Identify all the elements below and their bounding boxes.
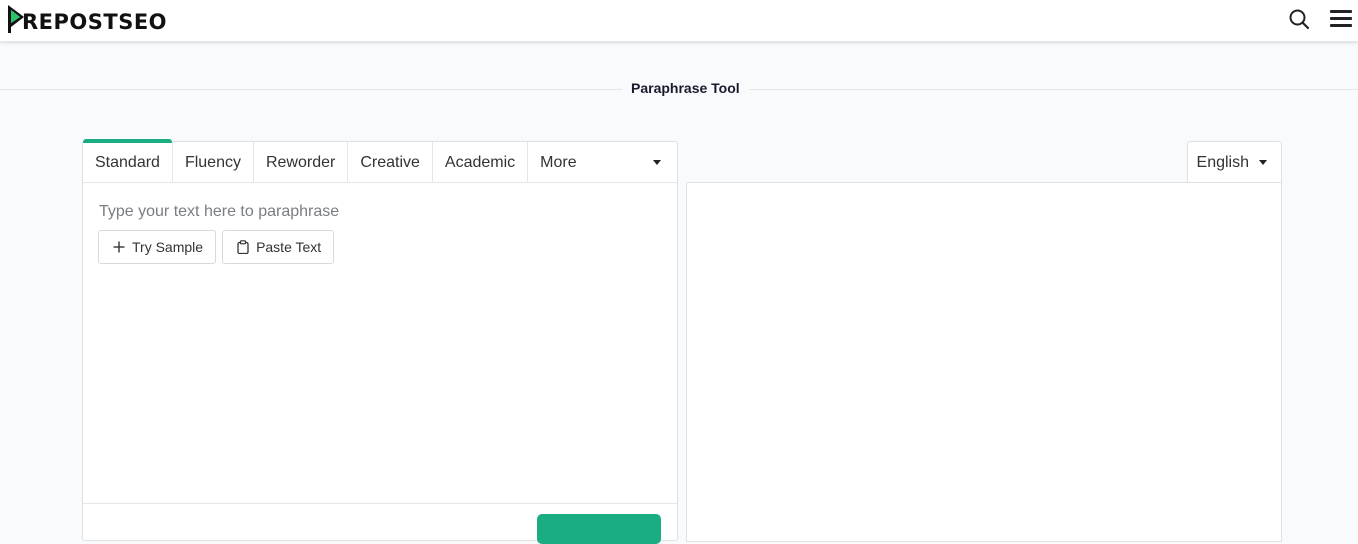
brand-logo[interactable]: REPOSTSEO bbox=[6, 2, 167, 36]
input-footer-divider bbox=[83, 503, 677, 504]
tab-label: Reworder bbox=[265, 153, 336, 171]
tab-label: Standard bbox=[95, 153, 160, 171]
page-title: Paraphrase Tool bbox=[622, 80, 749, 96]
output-panel bbox=[686, 182, 1282, 542]
caret-down-icon bbox=[1259, 160, 1267, 165]
hamburger-menu-icon bbox=[1330, 10, 1352, 27]
tab-reworder[interactable]: Reworder bbox=[254, 142, 349, 183]
paraphrase-input[interactable] bbox=[99, 200, 659, 224]
page-title-row: Paraphrase Tool bbox=[0, 78, 1358, 100]
search-button[interactable] bbox=[1288, 8, 1310, 35]
search-icon bbox=[1289, 9, 1310, 30]
input-actions: Try Sample Paste Text bbox=[98, 230, 335, 264]
try-sample-button[interactable]: Try Sample bbox=[98, 230, 217, 264]
play-logo-icon bbox=[8, 5, 24, 33]
paste-text-button[interactable]: Paste Text bbox=[222, 230, 335, 264]
more-modes-dropdown[interactable]: More bbox=[528, 142, 677, 183]
brand-name: REPOSTSEO bbox=[22, 10, 168, 34]
language-label: English bbox=[1196, 153, 1249, 171]
language-dropdown[interactable]: English bbox=[1186, 141, 1282, 183]
menu-button[interactable] bbox=[1329, 8, 1353, 35]
tab-standard[interactable]: Standard bbox=[83, 139, 173, 183]
output-section: English bbox=[686, 141, 1282, 542]
clipboard-icon bbox=[237, 240, 249, 254]
more-label: More bbox=[540, 153, 577, 171]
top-header: REPOSTSEO bbox=[0, 0, 1358, 42]
tab-academic[interactable]: Academic bbox=[433, 142, 529, 183]
tab-fluency[interactable]: Fluency bbox=[173, 142, 254, 183]
tab-label: Creative bbox=[360, 153, 420, 171]
input-panel: Standard Fluency Reworder Creative Acade… bbox=[82, 139, 678, 544]
try-sample-label: Try Sample bbox=[132, 239, 204, 255]
tab-label: Fluency bbox=[184, 153, 241, 171]
caret-down-icon bbox=[653, 160, 661, 165]
tab-label: Academic bbox=[444, 153, 516, 171]
paste-text-label: Paste Text bbox=[256, 239, 322, 255]
tab-creative[interactable]: Creative bbox=[348, 142, 433, 183]
plus-icon bbox=[113, 241, 125, 253]
mode-tabs: Standard Fluency Reworder Creative Acade… bbox=[83, 139, 677, 183]
